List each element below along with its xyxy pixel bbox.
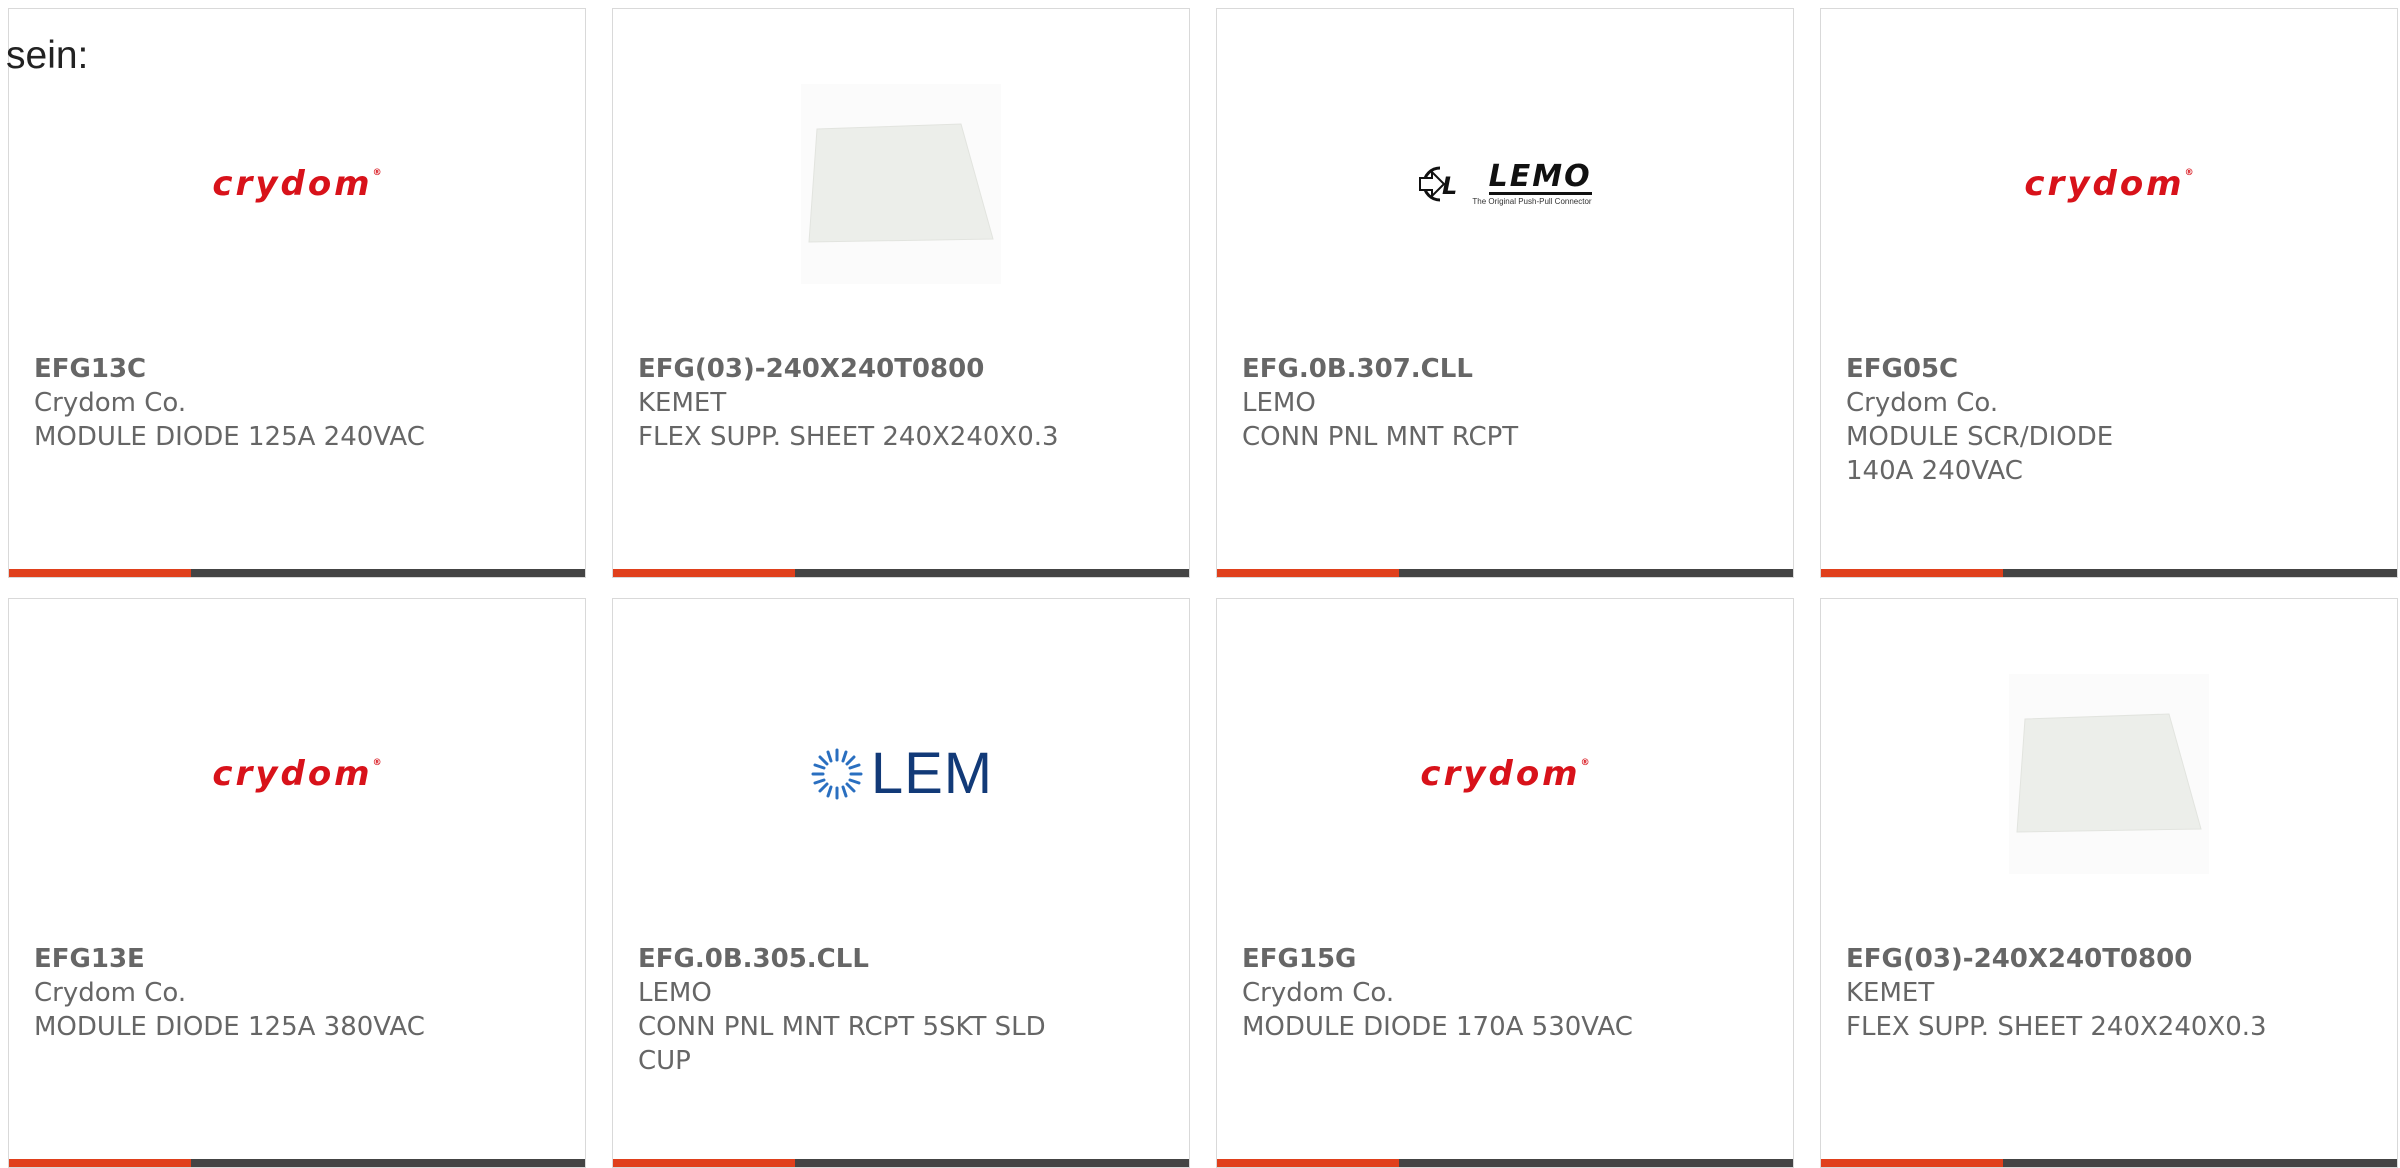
manufacturer-name: Crydom Co. [1846, 388, 1999, 418]
crydom-logo: crydom® [2024, 164, 2194, 204]
product-description: MODULE DIODE 125A 240VAC [34, 422, 425, 452]
crydom-logo: crydom® [212, 754, 382, 794]
product-description: FLEX SUPP. SHEET 240X240X0.3 [1846, 1012, 2267, 1042]
product-image[interactable]: L LEMO The Original Push-Pull Connector [1217, 79, 1793, 289]
card-bottom-bar [1217, 1159, 1793, 1167]
product-info: EFG(03)-240X240T0800 KEMET FLEX SUPP. SH… [638, 352, 1108, 454]
card-accent-bar [1217, 1159, 1399, 1167]
product-image[interactable] [613, 79, 1189, 289]
card-bottom-bar [9, 569, 585, 577]
product-image[interactable]: crydom® [9, 669, 585, 879]
card-bottom-bar [1217, 569, 1793, 577]
sheet-photo-icon [808, 123, 994, 243]
part-number-link[interactable]: EFG.0B.305.CLL [638, 942, 1108, 976]
card-bottom-bar [613, 569, 1189, 577]
product-image[interactable]: crydom® [1821, 79, 2397, 289]
product-description: MODULE DIODE 125A 380VAC [34, 1012, 425, 1042]
product-description: CONN PNL MNT RCPT [1242, 422, 1519, 452]
product-image[interactable]: LEM [613, 669, 1189, 879]
crydom-logo: crydom® [212, 164, 382, 204]
card-accent-bar [9, 1159, 191, 1167]
card-bottom-bar [1821, 569, 2397, 577]
product-image[interactable]: crydom® [1217, 669, 1793, 879]
product-info: EFG15G Crydom Co. MODULE DIODE 170A 530V… [1242, 942, 1712, 1044]
card-bottom-bar [9, 1159, 585, 1167]
svg-text:L: L [1442, 172, 1457, 200]
card-accent-bar [1217, 569, 1399, 577]
product-description: MODULE DIODE 170A 530VAC [1242, 1012, 1633, 1042]
part-number-link[interactable]: EFG13E [34, 942, 504, 976]
product-card[interactable]: EFG(03)-240X240T0800 KEMET FLEX SUPP. SH… [612, 8, 1190, 578]
product-card[interactable]: crydom® EFG13C Crydom Co. MODULE DIODE 1… [8, 8, 586, 578]
part-number-link[interactable]: EFG05C [1846, 352, 2316, 386]
card-accent-bar [613, 569, 795, 577]
product-description: FLEX SUPP. SHEET 240X240X0.3 [638, 422, 1059, 452]
manufacturer-name: LEMO [638, 978, 712, 1008]
product-card[interactable]: L LEMO The Original Push-Pull Connector … [1216, 8, 1794, 578]
product-card[interactable]: LEM EFG.0B.305.CLL LEMO CONN PNL MNT RCP… [612, 598, 1190, 1168]
product-card[interactable]: crydom® EFG15G Crydom Co. MODULE DIODE 1… [1216, 598, 1794, 1168]
product-grid: crydom® EFG13C Crydom Co. MODULE DIODE 1… [8, 8, 2400, 1168]
lead-text: sein: [6, 34, 89, 77]
lem-logo: LEM [809, 745, 993, 803]
lemo-tagline: The Original Push-Pull Connector [1472, 197, 1592, 206]
lemo-emblem-icon: L [1419, 166, 1458, 202]
lemo-wordmark: LEMO [1488, 159, 1592, 195]
product-info: EFG13E Crydom Co. MODULE DIODE 125A 380V… [34, 942, 504, 1044]
manufacturer-name: LEMO [1242, 388, 1316, 418]
part-number-link[interactable]: EFG(03)-240X240T0800 [1846, 942, 2316, 976]
product-image[interactable]: crydom® [9, 79, 585, 289]
product-card[interactable]: EFG(03)-240X240T0800 KEMET FLEX SUPP. SH… [1820, 598, 2398, 1168]
part-number-link[interactable]: EFG.0B.307.CLL [1242, 352, 1712, 386]
manufacturer-name: KEMET [638, 388, 727, 418]
card-bottom-bar [613, 1159, 1189, 1167]
sheet-product-photo [801, 84, 1001, 284]
product-info: EFG13C Crydom Co. MODULE DIODE 125A 240V… [34, 352, 504, 454]
manufacturer-name: KEMET [1846, 978, 1935, 1008]
sheet-photo-icon [2016, 713, 2202, 833]
card-bottom-bar [1821, 1159, 2397, 1167]
product-info: EFG(03)-240X240T0800 KEMET FLEX SUPP. SH… [1846, 942, 2316, 1044]
card-accent-bar [613, 1159, 795, 1167]
card-accent-bar [1821, 569, 2003, 577]
product-card[interactable]: crydom® EFG13E Crydom Co. MODULE DIODE 1… [8, 598, 586, 1168]
manufacturer-name: Crydom Co. [34, 978, 187, 1008]
manufacturer-name: Crydom Co. [1242, 978, 1395, 1008]
product-card[interactable]: crydom® EFG05C Crydom Co. MODULE SCR/DIO… [1820, 8, 2398, 578]
product-info: EFG.0B.307.CLL LEMO CONN PNL MNT RCPT [1242, 352, 1712, 454]
lem-burst-icon [811, 748, 863, 800]
product-info: EFG05C Crydom Co. MODULE SCR/DIODE 140A … [1846, 352, 2316, 488]
part-number-link[interactable]: EFG(03)-240X240T0800 [638, 352, 1108, 386]
part-number-link[interactable]: EFG13C [34, 352, 504, 386]
product-info: EFG.0B.305.CLL LEMO CONN PNL MNT RCPT 5S… [638, 942, 1108, 1078]
manufacturer-name: Crydom Co. [34, 388, 187, 418]
part-number-link[interactable]: EFG15G [1242, 942, 1712, 976]
card-accent-bar [9, 569, 191, 577]
product-description: MODULE SCR/DIODE 140A 240VAC [1846, 422, 2114, 486]
card-accent-bar [1821, 1159, 2003, 1167]
product-description: CONN PNL MNT RCPT 5SKT SLD CUP [638, 1012, 1046, 1076]
sheet-product-photo [2009, 674, 2209, 874]
product-image[interactable] [1821, 669, 2397, 879]
lemo-logo: L LEMO The Original Push-Pull Connector [1418, 159, 1592, 206]
crydom-logo: crydom® [1420, 754, 1590, 794]
lem-wordmark: LEM [870, 741, 994, 806]
